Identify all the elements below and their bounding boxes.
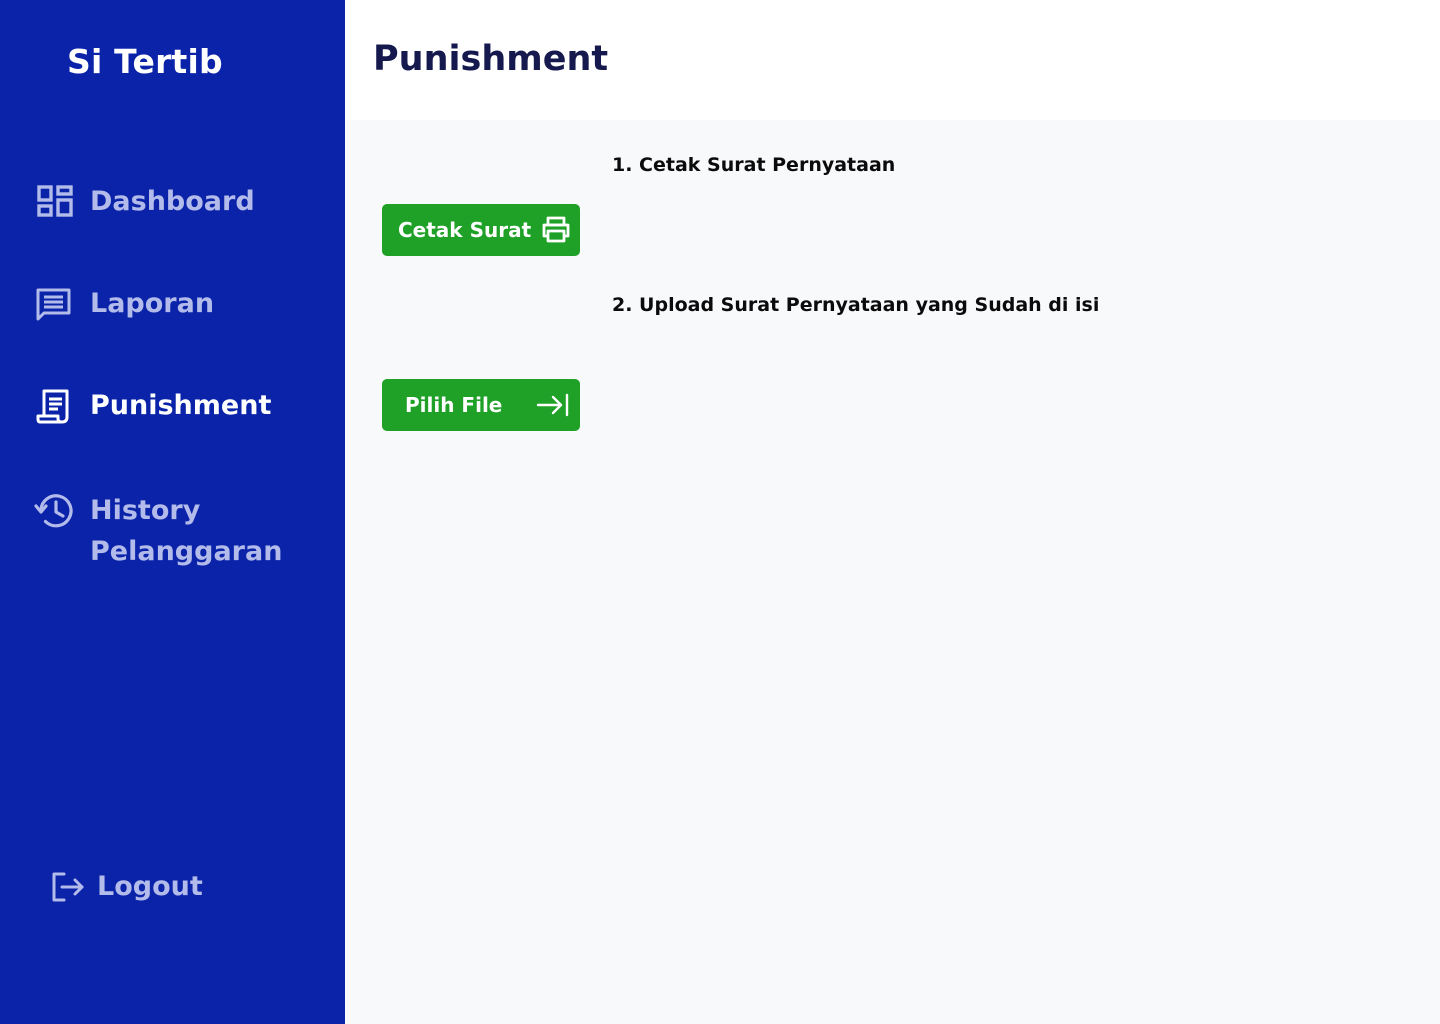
app-window: Si Tertib Dashboard Laporan Punishment H… [0,0,1440,1024]
history-icon [34,490,76,532]
logout-icon [50,866,86,908]
sidebar-item-label: Pelanggaran [90,536,283,567]
sidebar-item-label-group: History Pelanggaran [90,490,310,572]
choose-file-button[interactable]: Pilih File [382,379,580,431]
sidebar-item-punishment[interactable]: Punishment [34,385,271,427]
app-logo-title: Si Tertib [67,42,223,81]
main-content: 1. Cetak Surat Pernyataan Cetak Surat 2.… [345,120,1440,1024]
choose-file-button-label: Pilih File [405,393,503,417]
sidebar-item-label: Dashboard [90,186,255,217]
sidebar: Si Tertib Dashboard Laporan Punishment H… [0,0,345,1024]
sidebar-item-label: History [90,495,201,526]
printer-icon [541,216,571,244]
sidebar-item-label: Punishment [90,390,272,421]
page-header: Punishment [345,0,1440,120]
print-letter-button[interactable]: Cetak Surat [382,204,580,256]
sidebar-item-dashboard[interactable]: Dashboard [34,181,255,223]
print-letter-button-label: Cetak Surat [398,218,532,242]
step-2-instruction: 2. Upload Surat Pernyataan yang Sudah di… [612,294,1100,316]
step-1-instruction: 1. Cetak Surat Pernyataan [612,154,896,176]
message-icon [34,283,76,325]
logout-label: Logout [97,871,203,902]
arrow-to-right-icon [536,392,570,418]
page-title: Punishment [373,39,609,79]
dashboard-icon [34,181,76,223]
sidebar-item-laporan[interactable]: Laporan [34,283,214,325]
document-icon [34,385,76,427]
logout-button[interactable]: Logout [50,866,203,908]
sidebar-item-history-pelanggaran[interactable]: History Pelanggaran [34,490,310,572]
sidebar-item-label: Laporan [90,288,215,319]
